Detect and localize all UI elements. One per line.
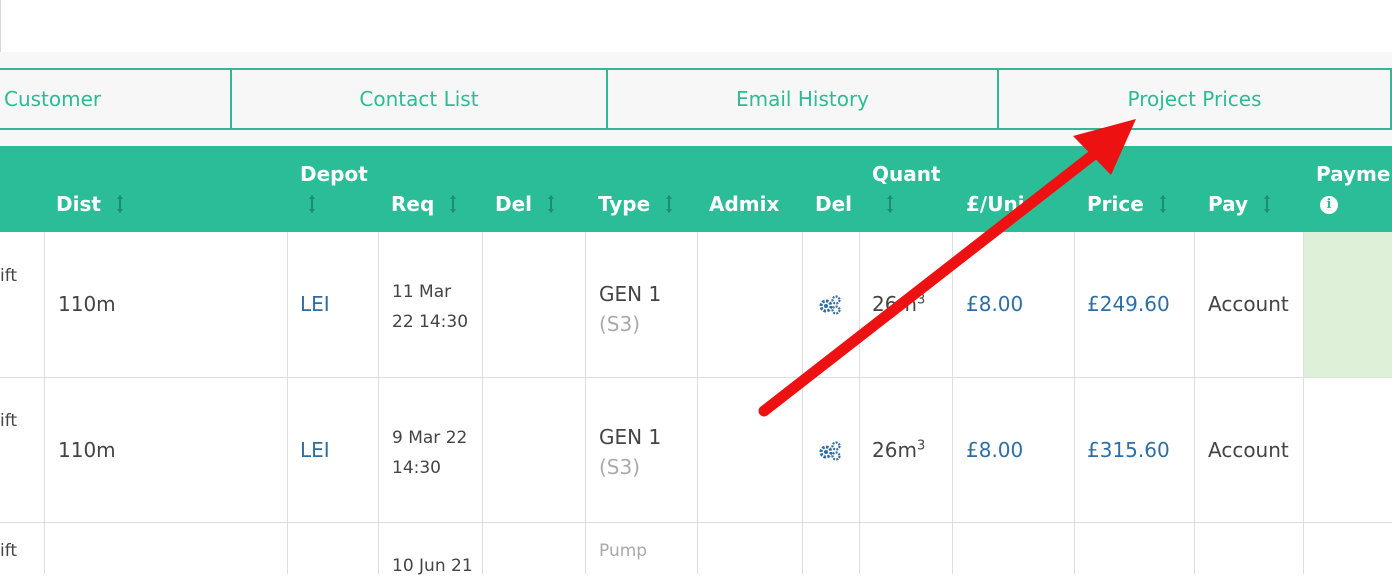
col-depot[interactable]: Depot — [300, 162, 368, 186]
sort-arrows-icon — [116, 195, 123, 213]
type-cell: GEN 1 (S3) — [599, 279, 661, 339]
col-quant-label: Quant — [872, 162, 941, 186]
col-payment: Paymen — [1316, 162, 1392, 186]
dist-value: 110m — [58, 438, 116, 462]
tab-email-history[interactable]: Email History — [606, 68, 999, 130]
quantity-number: 26m — [872, 292, 917, 316]
pay-method: Account — [1208, 438, 1289, 462]
col-req[interactable]: Req — [391, 192, 459, 216]
col-dist-label: Dist — [56, 192, 101, 216]
col-admix: Admix — [709, 192, 779, 216]
col-del2: Del — [815, 192, 852, 216]
info-circle-icon[interactable]: i — [1320, 196, 1338, 214]
type-value: GEN 1 — [599, 282, 662, 306]
col-price[interactable]: Price — [1087, 192, 1169, 216]
quantity-number: 26m — [872, 438, 917, 462]
gears-icon[interactable] — [818, 294, 842, 316]
req-date-line2: 22 14:30 — [392, 312, 469, 332]
col-price-label: Price — [1087, 192, 1144, 216]
sort-arrows-icon — [1159, 195, 1166, 213]
col-pay-label: Pay — [1208, 192, 1249, 216]
price-value[interactable]: £315.60 — [1087, 438, 1170, 462]
col-payment-label: Paymen — [1316, 162, 1392, 186]
col-unit-price-label: £/Uni — [966, 192, 1025, 216]
sort-arrows-icon — [450, 195, 457, 213]
req-date-line1: 11 Mar — [392, 282, 452, 302]
col-dist[interactable]: Dist — [56, 192, 126, 216]
col-req-label: Req — [391, 192, 435, 216]
payment-status-cell — [1304, 232, 1392, 377]
col-del2-label: Del — [815, 192, 853, 216]
left-cut-text: ift — [0, 266, 18, 286]
customer-tabs: Customer Contact List Email History Proj… — [0, 52, 1392, 146]
left-cut-text: ift — [0, 411, 18, 431]
pay-method: Account — [1208, 292, 1289, 316]
quantity-unit-sup: 3 — [916, 292, 926, 308]
unit-price-value[interactable]: £8.00 — [966, 438, 1023, 462]
sort-arrows-icon — [548, 195, 554, 213]
col-type-label: Type — [598, 192, 651, 216]
dist-value: 110m — [58, 292, 116, 316]
req-date: 9 Mar 22 14:30 — [392, 423, 467, 483]
req-date: 11 Mar 22 14:30 — [392, 277, 468, 337]
col-del-label: Del — [495, 192, 533, 216]
col-unit-price[interactable]: £/Uni — [966, 192, 1025, 216]
sort-arrows-icon — [1264, 195, 1271, 213]
col-pay[interactable]: Pay — [1208, 192, 1273, 216]
col-del[interactable]: Del — [495, 192, 557, 216]
col-depot-label: Depot — [300, 162, 368, 186]
gears-icon[interactable] — [818, 440, 842, 462]
orders-table-header: Dist Depot Req Del Type Admix Del Quant … — [0, 146, 1392, 232]
tab-customer[interactable]: Customer — [0, 68, 232, 130]
left-cut-text: ift — [0, 541, 18, 561]
row-divider — [0, 377, 1392, 378]
quantity-value: 26m3 — [872, 438, 925, 462]
quantity-value: 26m3 — [872, 292, 925, 316]
sort-arrows-icon — [666, 195, 673, 213]
price-value[interactable]: £249.60 — [1087, 292, 1170, 316]
quantity-unit-sup: 3 — [916, 438, 926, 454]
row-divider — [0, 522, 1392, 523]
type-sub: Pump — [599, 541, 648, 561]
req-date-line1: 10 Jun 21 — [392, 556, 473, 576]
sort-arrows-icon[interactable] — [306, 194, 318, 214]
depot-link[interactable]: LEI — [300, 292, 330, 316]
tab-project-prices[interactable]: Project Prices — [997, 68, 1392, 130]
sort-arrows-icon[interactable] — [884, 194, 896, 214]
col-type[interactable]: Type — [598, 192, 675, 216]
tab-contact-list[interactable]: Contact List — [230, 68, 608, 130]
req-date-line2: 14:30 — [392, 458, 441, 478]
unit-price-value[interactable]: £8.00 — [966, 292, 1023, 316]
type-sub: (S3) — [599, 455, 641, 479]
top-blank-area — [0, 0, 1392, 52]
type-sub: (S3) — [599, 312, 641, 336]
type-value: GEN 1 — [599, 425, 662, 449]
depot-link[interactable]: LEI — [300, 438, 330, 462]
col-quant[interactable]: Quant — [872, 162, 941, 186]
req-date-line1: 9 Mar 22 — [392, 428, 468, 448]
type-cell: GEN 1 (S3) — [599, 422, 661, 482]
col-admix-label: Admix — [709, 192, 780, 216]
